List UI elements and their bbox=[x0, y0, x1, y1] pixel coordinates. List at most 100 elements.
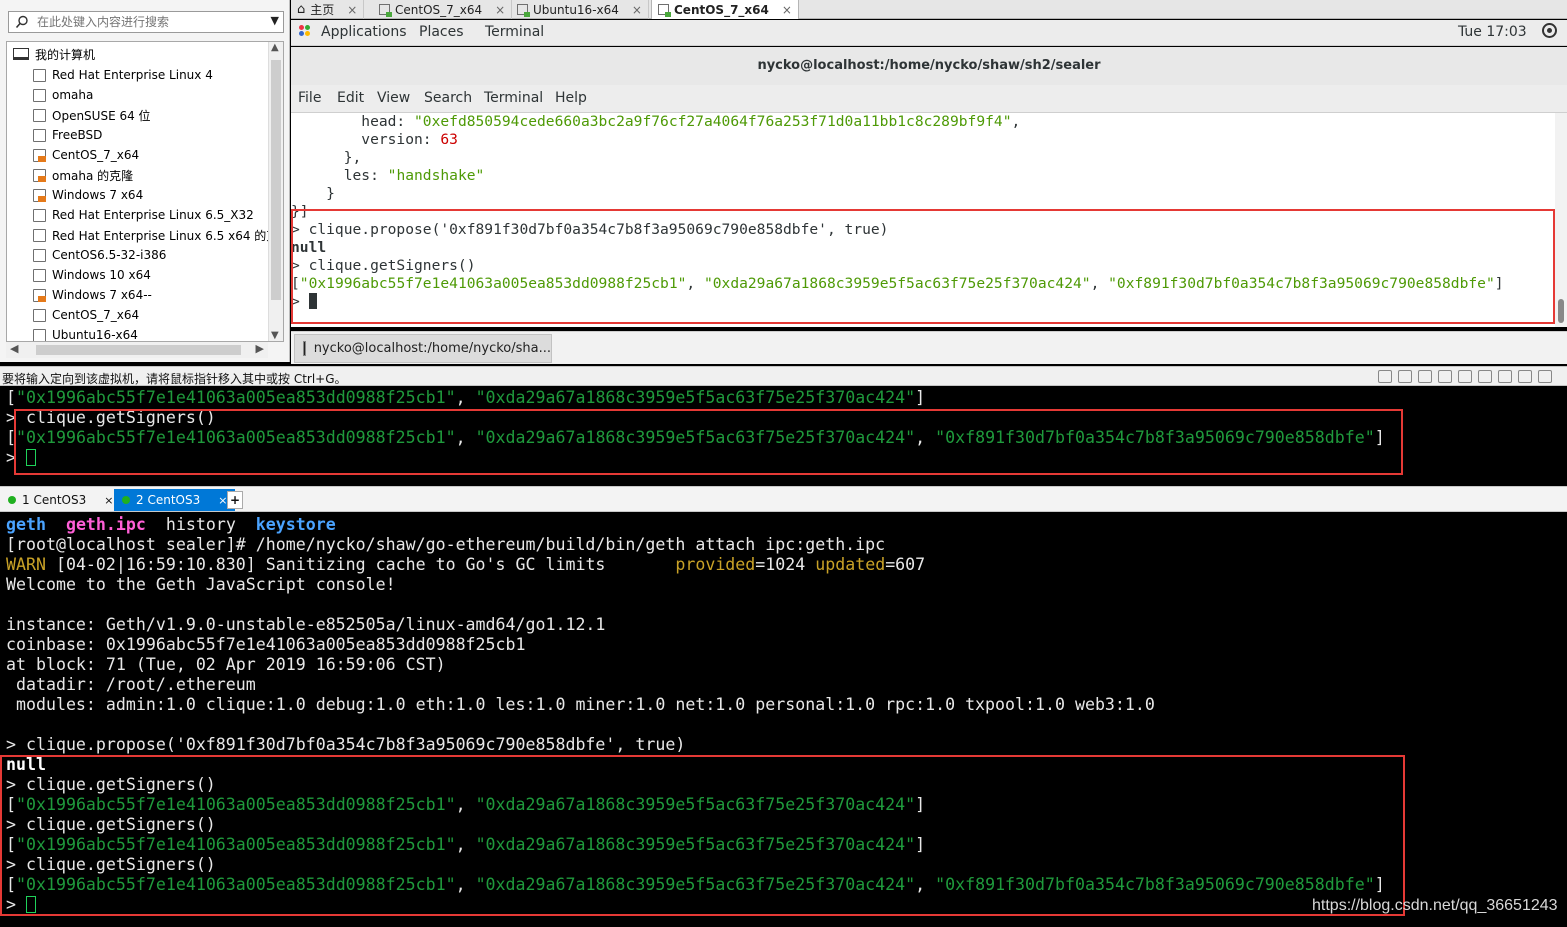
vm-list-item[interactable]: CentOS_7_x64 bbox=[33, 305, 139, 325]
device-icon[interactable] bbox=[1518, 370, 1532, 383]
hard-disk-icon[interactable] bbox=[1378, 370, 1392, 383]
menu-item[interactable]: Edit bbox=[337, 90, 364, 106]
menu-item[interactable]: View bbox=[377, 90, 410, 106]
terminal-line: geth geth.ipc history keystore bbox=[6, 515, 336, 535]
vm-list-item[interactable]: omaha bbox=[33, 85, 93, 105]
terminal-text: "0x1996abc55f7e1e41063a005ea853dd0988f25… bbox=[16, 388, 456, 407]
vm-list-item[interactable]: Red Hat Enterprise Linux 6.5_X32 bbox=[33, 205, 254, 225]
terminal-text: , bbox=[455, 388, 476, 407]
terminal-text: [root@localhost sealer]# /home/nycko/sha… bbox=[6, 535, 886, 554]
device-icon[interactable] bbox=[1498, 370, 1512, 383]
vm-list-item[interactable]: Windows 10 x64 bbox=[33, 265, 151, 285]
network-icon[interactable] bbox=[1418, 370, 1432, 383]
close-icon[interactable]: × bbox=[782, 3, 792, 17]
terminal-text: "0xda29a67a1868c3959e5f5ac63f75e25f370ac… bbox=[475, 388, 916, 407]
library-vertical-scrollbar[interactable]: ▲ ▼ bbox=[268, 42, 283, 341]
vm-tab-label: CentOS_7_x64 bbox=[674, 2, 769, 17]
vm-list-item-label: OpenSUSE 64 位 bbox=[52, 108, 151, 123]
add-session-icon[interactable]: + bbox=[227, 491, 243, 509]
window-list-item[interactable]: nycko@localhost:/home/nycko/sha... bbox=[294, 334, 552, 363]
menu-item[interactable]: Terminal bbox=[484, 90, 543, 106]
close-icon[interactable]: × bbox=[495, 3, 505, 17]
terminal-app-menu[interactable]: Terminal bbox=[485, 24, 544, 40]
scroll-down-icon[interactable]: ▼ bbox=[271, 330, 279, 341]
vm-tab[interactable]: CentOS_7_x64 × bbox=[651, 0, 799, 19]
vm-list-item-label: omaha 的克隆 bbox=[52, 168, 134, 183]
vm-list-item[interactable]: Red Hat Enterprise Linux 6.5 x64 的克 bbox=[33, 225, 278, 245]
tree-root-my-computer[interactable]: 我的计算机 bbox=[13, 45, 95, 63]
highlight-box bbox=[291, 209, 1555, 324]
applications-menu[interactable]: Applications bbox=[299, 24, 407, 40]
scroll-thumb[interactable] bbox=[271, 60, 281, 300]
close-icon[interactable]: × bbox=[347, 3, 357, 17]
device-icon[interactable] bbox=[1538, 370, 1552, 383]
sound-icon[interactable] bbox=[1458, 370, 1472, 383]
vm-running-icon bbox=[33, 148, 46, 162]
terminal-scrollbar[interactable] bbox=[1555, 113, 1567, 327]
menu-item[interactable]: Help bbox=[555, 90, 587, 106]
highlight-box bbox=[0, 755, 1405, 916]
vm-icon bbox=[33, 228, 46, 242]
terminal-text: [04-02|16:59:10.830] Sanitizing cache to… bbox=[45, 555, 676, 574]
terminal-text: instance: Geth/v1.9.0-unstable-e852505a/… bbox=[6, 615, 606, 634]
vm-tab[interactable]: ⌂ 主页 × bbox=[291, 0, 365, 19]
scroll-left-icon[interactable]: ◀ bbox=[10, 342, 18, 355]
scroll-right-icon[interactable]: ▶ bbox=[256, 342, 264, 355]
close-icon[interactable]: × bbox=[104, 494, 113, 507]
session-tab[interactable]: 2 CentOS3 × bbox=[114, 489, 236, 511]
session-tab[interactable]: 1 CentOS3 × bbox=[0, 489, 121, 511]
vm-list-item[interactable]: omaha 的克隆 bbox=[33, 165, 133, 185]
library-search-input[interactable] bbox=[37, 14, 257, 30]
vm-list-item[interactable]: CentOS_7_x64 bbox=[33, 145, 139, 165]
terminal-text: head: bbox=[291, 113, 415, 130]
scroll-up-icon[interactable]: ▲ bbox=[271, 42, 279, 53]
terminal-window-title: nycko@localhost:/home/nycko/shaw/sh2/sea… bbox=[291, 47, 1567, 85]
vm-icon bbox=[517, 4, 530, 17]
gnome-foot-icon bbox=[299, 25, 313, 39]
library-search[interactable]: ▼ bbox=[8, 11, 284, 33]
vm-list-item-label: Red Hat Enterprise Linux 6.5_X32 bbox=[52, 208, 254, 222]
menu-item[interactable]: Search bbox=[424, 90, 472, 106]
terminal-line: }, bbox=[291, 149, 362, 167]
vm-status-bar: 要将输入定向到该虚拟机，请将鼠标指针移入其中或按 Ctrl+G。 bbox=[0, 366, 1567, 386]
vm-list-item[interactable]: OpenSUSE 64 位 bbox=[33, 105, 151, 125]
vm-list-item[interactable]: Windows 7 x64 bbox=[33, 185, 143, 205]
usb-icon[interactable] bbox=[1438, 370, 1452, 383]
terminal-line: modules: admin:1.0 clique:1.0 debug:1.0 … bbox=[6, 695, 1155, 715]
terminal-text: les: bbox=[291, 167, 388, 184]
library-tree: 我的计算机 Red Hat Enterprise Linux 4 omaha Ope… bbox=[6, 41, 284, 342]
vm-list-item[interactable]: Red Hat Enterprise Linux 4 bbox=[33, 65, 213, 85]
vm-list-item-label: Red Hat Enterprise Linux 6.5 x64 的克 bbox=[52, 228, 279, 243]
terminal-text: coinbase: 0x1996abc55f7e1e41063a005ea853… bbox=[6, 635, 526, 654]
terminal-line: Welcome to the Geth JavaScript console! bbox=[6, 575, 396, 595]
cd-icon[interactable] bbox=[1398, 370, 1412, 383]
vm-icon bbox=[33, 88, 46, 102]
terminal-text: geth bbox=[6, 515, 46, 534]
clock[interactable]: Tue 17:03 bbox=[1458, 24, 1527, 40]
scroll-thumb[interactable] bbox=[1558, 299, 1564, 323]
vm-tab[interactable]: CentOS_7_x64 × bbox=[373, 0, 513, 19]
scroll-thumb[interactable] bbox=[36, 345, 241, 355]
library-horizontal-scrollbar[interactable]: ◀ ▶ bbox=[6, 342, 268, 358]
vm-list-item[interactable]: FreeBSD bbox=[33, 125, 102, 145]
session-tab-label: 2 CentOS3 bbox=[136, 493, 201, 507]
vm-tab[interactable]: Ubuntu16-x64 × bbox=[511, 0, 649, 19]
search-icon bbox=[15, 15, 28, 29]
terminal-text: version: bbox=[291, 131, 441, 148]
menu-item[interactable]: File bbox=[298, 90, 321, 106]
terminal-text: "handshake" bbox=[387, 167, 485, 184]
vm-list-item[interactable]: CentOS6.5-32-i386 bbox=[33, 245, 166, 265]
chevron-down-icon[interactable]: ▼ bbox=[271, 14, 279, 27]
vm-list-item[interactable]: Ubuntu16-x64 bbox=[33, 325, 138, 341]
watermark: https://blog.csdn.net/qq_36651243 bbox=[1312, 897, 1558, 914]
close-icon[interactable]: × bbox=[632, 3, 642, 17]
terminal-text: modules: admin:1.0 clique:1.0 debug:1.0 … bbox=[6, 695, 1155, 714]
vm-list-item[interactable]: Windows 7 x64-- bbox=[33, 285, 152, 305]
terminal-menu-bar: File Edit View Search Terminal Help bbox=[291, 85, 1567, 113]
places-menu[interactable]: Places bbox=[419, 24, 464, 40]
power-icon[interactable] bbox=[1542, 23, 1557, 38]
device-icon[interactable] bbox=[1478, 370, 1492, 383]
terminal-icon bbox=[303, 341, 314, 356]
vm-list-item-label: CentOS_7_x64 bbox=[52, 308, 140, 322]
terminal-line: les: "handshake" bbox=[291, 167, 485, 185]
